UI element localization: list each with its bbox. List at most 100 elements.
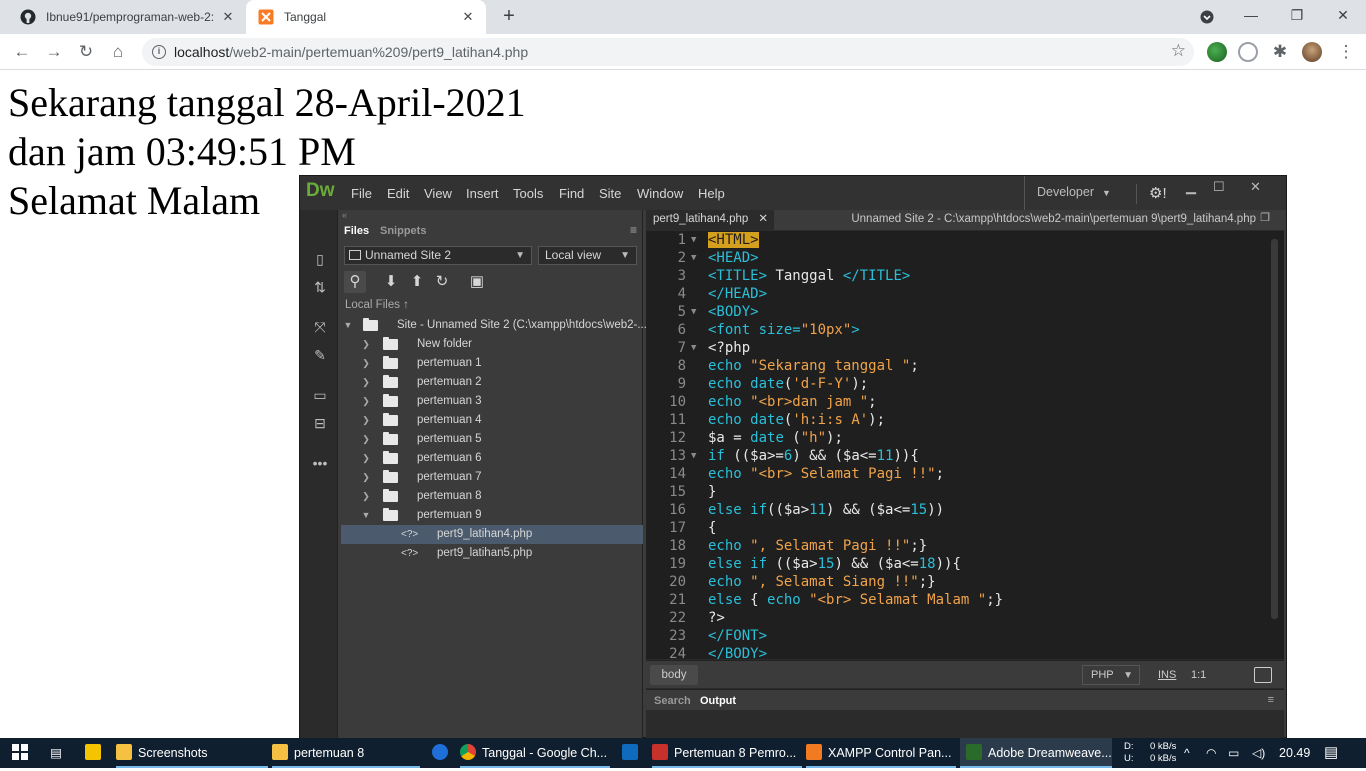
menu-find[interactable]: Find (559, 186, 584, 201)
tab-output[interactable]: Output (700, 695, 736, 707)
connect-icon[interactable]: ⚲ (344, 271, 366, 293)
panel-menu-icon[interactable]: ≡ (630, 223, 637, 237)
file-transfer-icon[interactable]: ⇅ (311, 278, 329, 296)
expand-panel-icon[interactable]: ▣ (466, 271, 488, 293)
close-tab-icon[interactable]: ✕ (220, 9, 236, 25)
code-line[interactable]: 24 </BODY> (646, 645, 1266, 659)
site-select[interactable]: Unnamed Site 2 ▼ (344, 246, 532, 265)
wifi-icon[interactable]: ◠ (1206, 738, 1216, 768)
clock[interactable]: 20.49 (1279, 738, 1310, 768)
back-arrow-icon[interactable]: ← (10, 40, 34, 64)
code-line[interactable]: 23 </FONT> (646, 627, 1266, 645)
browser-tab-tanggal[interactable]: Tanggal ✕ (246, 0, 486, 34)
start-windows-icon[interactable] (0, 738, 40, 768)
code-editor[interactable]: 1 ▼ <HTML> 2 ▼ <HEAD> 3 <TITLE> Tanggal </TITLE… (646, 231, 1284, 659)
dw-maximize-button[interactable]: ☐ (1213, 179, 1225, 195)
taskbar-item-xampp[interactable]: XAMPP Control Pan... (806, 738, 956, 768)
refresh-icon[interactable]: ↻ (431, 271, 453, 293)
tree-row-folder[interactable]: ❯ pertemuan 1 (341, 354, 643, 373)
code-line[interactable]: 7 ▼ <?php (646, 339, 1266, 357)
code-line[interactable]: 5 ▼ <BODY> (646, 303, 1266, 321)
code-line[interactable]: 18 echo ", Selamat Pagi !!";} (646, 537, 1266, 555)
more-tools-icon[interactable]: ••• (311, 454, 329, 472)
panel-menu-icon[interactable]: ≡ (1268, 694, 1274, 706)
chevron-up-icon[interactable]: ^ (1184, 738, 1190, 768)
extension-translate-icon[interactable] (1238, 42, 1258, 62)
vertical-scrollbar[interactable] (1271, 239, 1278, 619)
code-line[interactable]: 21 else { echo "<br> Selamat Malam ";} (646, 591, 1266, 609)
fold-toggle-icon[interactable]: ▼ (691, 447, 696, 465)
taskbar-item-pdf[interactable]: Pertemuan 8 Pemro... (652, 738, 802, 768)
fold-toggle-icon[interactable]: ▼ (691, 231, 696, 249)
profile-avatar[interactable] (1302, 42, 1322, 62)
code-line[interactable]: 14 echo "<br> Selamat Pagi !!"; (646, 465, 1266, 483)
local-files-header[interactable]: Local Files ↑ (345, 299, 409, 311)
gear-icon[interactable]: ⚙! (1136, 184, 1167, 204)
menu-view[interactable]: View (424, 186, 452, 201)
code-line[interactable]: 8 echo "Sekarang tanggal "; (646, 357, 1266, 375)
tab-files[interactable]: Files (344, 225, 369, 237)
browser-tab-github[interactable]: Ibnue91/pemprograman-web-2: ✕ (8, 0, 246, 34)
code-line[interactable]: 13 ▼ if (($a>=6) && ($a<=11)){ (646, 447, 1266, 465)
code-line[interactable]: 16 else if(($a>11) && ($a<=15)) (646, 501, 1266, 519)
code-line[interactable]: 12 $a = date ("h"); (646, 429, 1266, 447)
tree-row-folder[interactable]: ❯ pertemuan 4 (341, 411, 643, 430)
expand-icon[interactable]: ⤧ (311, 318, 329, 336)
taskbar-item-screenshots[interactable]: Screenshots (116, 738, 268, 768)
code-line[interactable]: 17 { (646, 519, 1266, 537)
new-tab-button[interactable]: + (498, 6, 520, 28)
tab-search[interactable]: Search (654, 695, 691, 707)
taskbar-item-outlook[interactable] (614, 738, 646, 768)
forward-arrow-icon[interactable]: → (42, 40, 66, 64)
restore-doc-icon[interactable]: ❐ (1260, 211, 1270, 224)
menu-help[interactable]: Help (698, 186, 725, 201)
dw-minimize-button[interactable]: ▁ (1186, 179, 1196, 195)
menu-insert[interactable]: Insert (466, 186, 499, 201)
code-line[interactable]: 15} (646, 483, 1266, 501)
collapse-panel-icon[interactable]: « (342, 210, 347, 220)
language-select[interactable]: PHP ▼ (1082, 665, 1140, 685)
fold-toggle-icon[interactable]: ▼ (691, 339, 696, 357)
code-line[interactable]: 4 </HEAD> (646, 285, 1266, 303)
document-tab[interactable]: pert9_latihan4.php ✕ (646, 210, 774, 230)
task-view-icon[interactable]: ▤ (40, 738, 72, 768)
reload-icon[interactable]: ↻ (74, 40, 98, 64)
menu-file[interactable]: File (351, 186, 372, 201)
tree-row-file[interactable]: <?> pert9_latihan5.php (341, 544, 643, 563)
tree-row-file[interactable]: <?> pert9_latihan4.php (341, 525, 643, 544)
insert-mode[interactable]: INS (1158, 669, 1176, 681)
tree-row-folder[interactable]: ❯ pertemuan 3 (341, 392, 643, 411)
taskbar-item-pertemuan8-folder[interactable]: pertemuan 8 (272, 738, 420, 768)
menu-site[interactable]: Site (599, 186, 621, 201)
code-format-icon[interactable]: ⊟ (311, 414, 329, 432)
code-line[interactable]: 19 else if (($a>15) && ($a<=18)){ (646, 555, 1266, 573)
fold-toggle-icon[interactable]: ▼ (691, 303, 696, 321)
code-line[interactable]: 11 echo date('h:i:s A'); (646, 411, 1266, 429)
extension-globe-icon[interactable] (1207, 42, 1227, 62)
code-line[interactable]: 22 ?> (646, 609, 1266, 627)
close-icon[interactable]: ✕ (758, 210, 768, 229)
close-tab-icon[interactable]: ✕ (460, 9, 476, 25)
comment-icon[interactable]: ▭ (311, 386, 329, 404)
view-select[interactable]: Local view ▼ (538, 246, 637, 265)
minimize-window-button[interactable]: — (1228, 0, 1274, 34)
wand-icon[interactable]: ✎ (311, 346, 329, 364)
menu-window[interactable]: Window (637, 186, 683, 201)
home-icon[interactable]: ⌂ (106, 40, 130, 64)
site-info-icon[interactable]: i (152, 45, 166, 59)
close-window-button[interactable]: ✕ (1320, 0, 1366, 34)
dw-close-button[interactable]: ✕ (1250, 179, 1261, 195)
tree-row-folder[interactable]: ❯ pertemuan 8 (341, 487, 643, 506)
code-line[interactable]: 2 ▼ <HEAD> (646, 249, 1266, 267)
extensions-puzzle-icon[interactable]: ✱ (1268, 40, 1292, 64)
notification-icon[interactable]: ▤ (1324, 738, 1338, 768)
tree-row-folder[interactable]: ❯ pertemuan 7 (341, 468, 643, 487)
battery-icon[interactable]: ▭ (1228, 738, 1239, 768)
taskbar-item-chrome[interactable]: Tanggal - Google Ch... (460, 738, 610, 768)
bookmark-star-icon[interactable]: ☆ (1171, 41, 1186, 61)
document-icon[interactable]: ▯ (311, 250, 329, 268)
menu-tools[interactable]: Tools (513, 186, 543, 201)
tree-row-folder[interactable]: ▼ pertemuan 9 (341, 506, 643, 525)
tree-row-folder[interactable]: ❯ pertemuan 6 (341, 449, 643, 468)
get-files-icon[interactable]: ⬇ (380, 271, 402, 293)
